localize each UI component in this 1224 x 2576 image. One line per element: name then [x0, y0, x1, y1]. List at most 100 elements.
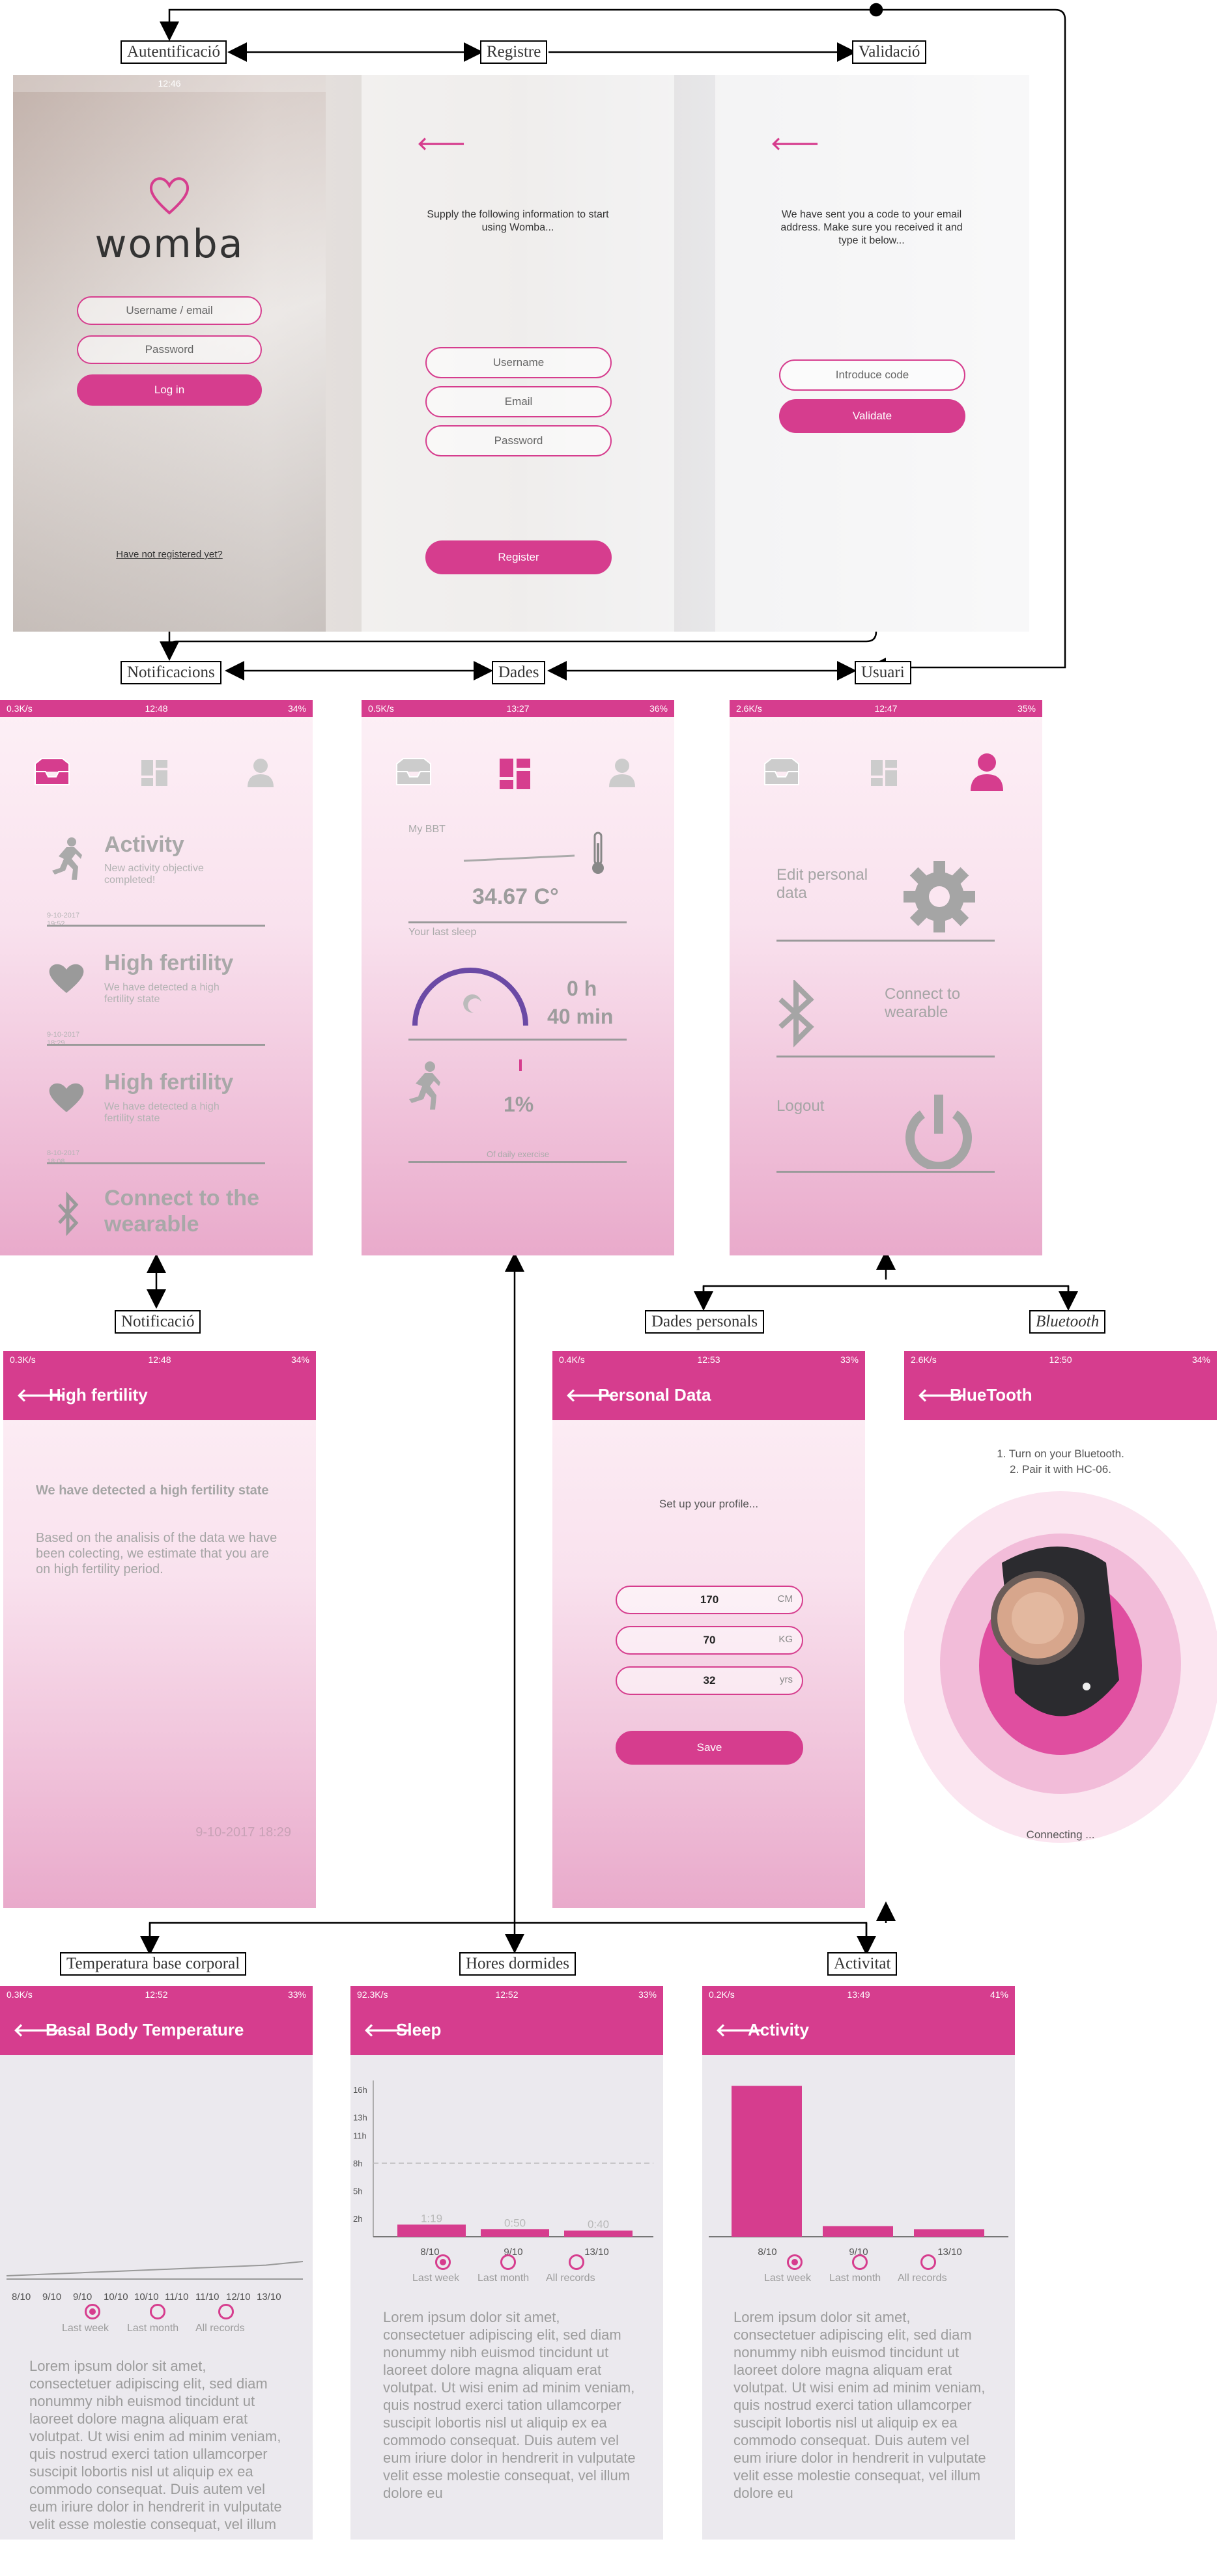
weight-input[interactable]: 70 KG: [616, 1626, 803, 1655]
divider: [47, 925, 265, 927]
save-button[interactable]: Save: [616, 1731, 803, 1765]
height-value: 170: [700, 1593, 719, 1606]
login-button[interactable]: Log in: [77, 374, 262, 406]
email-field[interactable]: Email: [425, 386, 612, 417]
heart-icon: [49, 1083, 84, 1112]
last-month-radio[interactable]: [150, 2304, 165, 2319]
back-arrow-icon[interactable]: 🡐: [771, 132, 819, 154]
node-validacio: Validació: [852, 40, 927, 64]
status-battery: 34%: [287, 703, 306, 714]
last-week-radio[interactable]: [85, 2304, 100, 2319]
notification-body: Based on the analisis of the data we hav…: [36, 1531, 278, 1576]
bluetooth-icon: [58, 1192, 79, 1237]
node-dades: Dades: [492, 661, 546, 684]
status-battery: 41%: [989, 1989, 1008, 2000]
status-bar: 2.6K/s 12:47 35%: [730, 700, 1042, 717]
connect-wearable[interactable]: Connect to wearable: [885, 985, 995, 1022]
divider: [776, 1171, 995, 1173]
wearable-device-icon: [991, 1547, 1119, 1716]
edit-personal-data[interactable]: Edit personal data: [776, 866, 894, 903]
app-bar: 🡐 High fertility: [3, 1368, 316, 1420]
username-field[interactable]: Username: [425, 347, 612, 378]
last-month-radio[interactable]: [500, 2254, 516, 2270]
status-battery: 34%: [291, 1354, 309, 1365]
app-bar: 🡐 Sleep: [350, 2003, 663, 2055]
x-tick-label: 11/10: [165, 2291, 188, 2303]
screen-title: Basal Body Temperature: [46, 2020, 244, 2039]
status-time: 12:52: [145, 1989, 168, 2000]
age-input[interactable]: 32 yrs: [616, 1666, 803, 1695]
dashboard-icon[interactable]: [870, 759, 899, 788]
gear-icon[interactable]: [900, 861, 978, 932]
username-input[interactable]: Username / email: [77, 296, 262, 325]
last-month-radio[interactable]: [852, 2254, 868, 2270]
notification-title[interactable]: Connect to the wearable: [104, 1185, 300, 1237]
status-bar: 12:46: [13, 75, 326, 92]
login-screen: 12:46 womba Username / email Password Lo…: [13, 75, 326, 632]
validate-button[interactable]: Validate: [779, 399, 965, 433]
divider: [776, 1056, 995, 1057]
status-battery: 33%: [638, 1989, 657, 2000]
inbox-icon[interactable]: [762, 757, 801, 787]
node-temperatura: Temperatura base corporal: [60, 1952, 247, 1976]
logout-label[interactable]: Logout: [776, 1097, 824, 1115]
profile-intro: Set up your profile...: [659, 1498, 759, 1510]
status-bar: 0.3K/s 12:52 33%: [0, 1986, 313, 2003]
all-records-radio[interactable]: [569, 2254, 584, 2270]
notification-heading: We have detected a high fertility state: [36, 1483, 269, 1498]
x-tick-label: 8/10: [758, 2247, 776, 2258]
connecting-status: Connecting ...: [1026, 1828, 1095, 1841]
x-tick-label: 13/10: [937, 2247, 962, 2258]
heart-logo-icon: [149, 177, 190, 215]
activity-screen: 0.2K/s 13:49 41% 🡐 Activity 8/10 9/10 13/1…: [702, 1986, 1015, 2540]
register-button[interactable]: Register: [425, 540, 612, 574]
notification-title: Activity: [104, 832, 184, 857]
last-week-radio[interactable]: [435, 2254, 451, 2270]
all-records-label: All records: [195, 2323, 245, 2334]
dashboard-icon[interactable]: [498, 757, 532, 791]
all-records-radio[interactable]: [920, 2254, 936, 2270]
power-icon[interactable]: [896, 1091, 981, 1169]
sleep-minutes: 40 min: [547, 1005, 614, 1028]
user-icon[interactable]: [969, 752, 1005, 792]
x-tick-label: 8/10: [420, 2247, 439, 2258]
notification-date: 9-10-2017 18:29: [195, 1825, 291, 1840]
last-week-radio[interactable]: [787, 2254, 803, 2270]
user-icon[interactable]: [608, 757, 637, 789]
description-text: Lorem ipsum dolor sit amet, consectetuer…: [383, 2309, 636, 2501]
screen-title: Activity: [748, 2020, 809, 2039]
age-unit: yrs: [780, 1674, 793, 1685]
notification-subtitle: New activity objective completed!: [104, 863, 204, 886]
validate-intro: We have sent you a code to your email ad…: [780, 209, 963, 246]
all-records-label: All records: [546, 2273, 595, 2284]
password-input[interactable]: Password: [77, 335, 262, 364]
register-link[interactable]: Have not registered yet?: [13, 549, 326, 560]
bar: [564, 2230, 633, 2237]
inbox-icon[interactable]: [33, 757, 72, 787]
bar: [823, 2226, 893, 2237]
code-input[interactable]: Introduce code: [779, 359, 965, 391]
x-tick-label: 10/10: [134, 2291, 159, 2303]
thermometer-icon: [592, 832, 604, 874]
last-week-label: Last week: [764, 2273, 812, 2284]
y-tick-label: 8h: [353, 2159, 362, 2168]
bbt-label: My BBT: [408, 824, 446, 835]
x-tick-label: 12/10: [226, 2291, 251, 2303]
status-battery: 34%: [1191, 1354, 1210, 1365]
dashboard-icon[interactable]: [140, 759, 169, 788]
password-field[interactable]: Password: [425, 425, 612, 456]
sleep-hours: 0 h: [567, 977, 597, 1000]
status-battery: 33%: [840, 1354, 859, 1365]
back-arrow-icon[interactable]: 🡐: [417, 132, 466, 154]
divider: [408, 1161, 627, 1163]
data-screen: 0.5K/s 13:27 36% My BBT 34.67 C° Your la…: [362, 700, 674, 1255]
app-bar: 🡐 Basal Body Temperature: [0, 2003, 313, 2055]
user-icon[interactable]: [246, 757, 276, 789]
weight-unit: KG: [778, 1634, 793, 1645]
height-input[interactable]: 170 CM: [616, 1586, 803, 1614]
all-records-radio[interactable]: [218, 2304, 234, 2319]
bluetooth-icon[interactable]: [776, 980, 816, 1052]
bluetooth-step-2: 2. Pair it with HC-06.: [1010, 1463, 1111, 1476]
description-text: Lorem ipsum dolor sit amet, consectetuer…: [733, 2309, 986, 2501]
inbox-icon[interactable]: [394, 757, 433, 787]
